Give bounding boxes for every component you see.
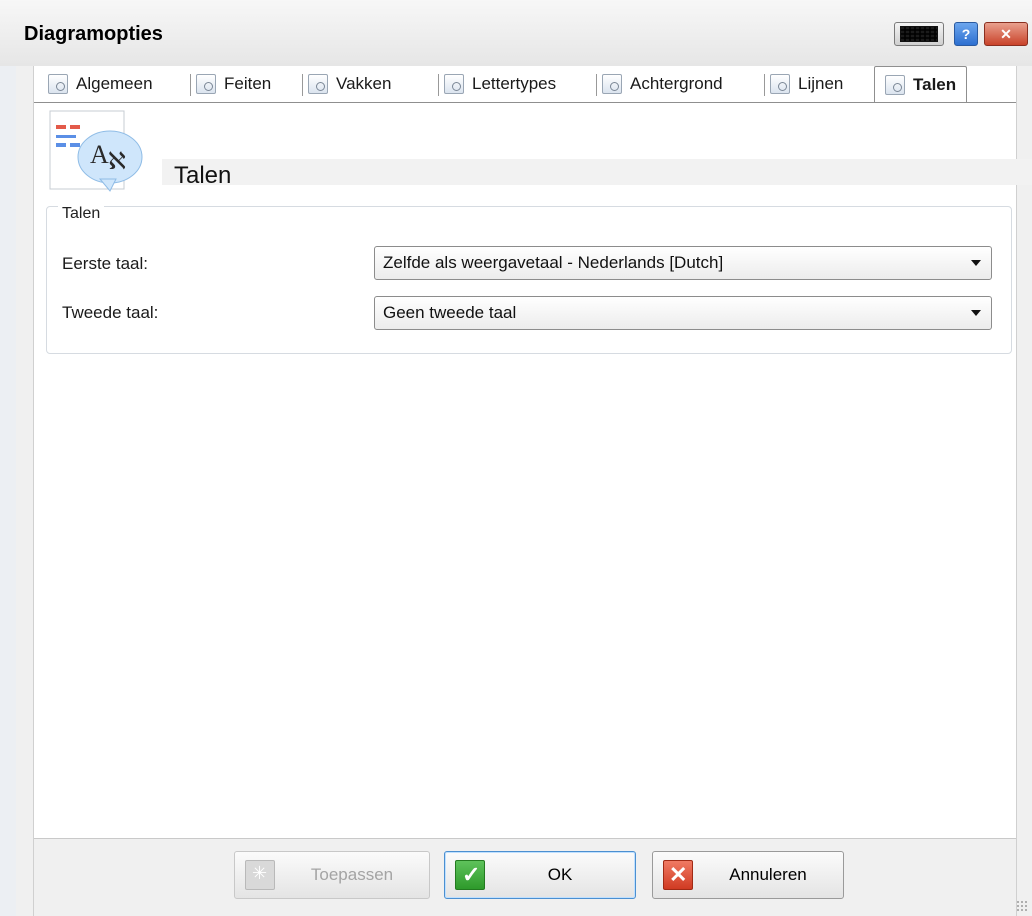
tab-label: Achtergrond xyxy=(630,74,723,93)
first-language-value: Zelfde als weergavetaal - Nederlands [Du… xyxy=(383,253,724,272)
tab-lettertypes[interactable]: Lettertypes xyxy=(437,66,557,102)
header-band xyxy=(162,159,1032,185)
ok-label: OK xyxy=(547,865,573,884)
dialog-window: Diagramopties ? ✕ Algemeen Feiten Vakken… xyxy=(0,0,1032,916)
apply-icon xyxy=(245,860,275,890)
tab-label: Lettertypes xyxy=(472,74,557,93)
close-button[interactable]: ✕ xyxy=(984,22,1028,46)
chevron-down-icon xyxy=(971,260,981,266)
tab-lijnen[interactable]: Lijnen xyxy=(763,66,844,102)
tab-label: Vakken xyxy=(336,74,392,93)
tab-label: Talen xyxy=(913,75,957,94)
languages-icon xyxy=(885,75,905,95)
tab-vakken[interactable]: Vakken xyxy=(301,66,392,102)
general-settings-icon xyxy=(48,74,68,94)
help-button[interactable]: ? xyxy=(954,22,978,46)
facts-icon xyxy=(196,74,216,94)
tab-algemeen[interactable]: Algemeen xyxy=(48,66,153,102)
lines-icon xyxy=(770,74,790,94)
tab-bar: Algemeen Feiten Vakken Lettertypes Achte… xyxy=(34,66,1016,103)
cancel-icon xyxy=(663,860,693,890)
page-title: Talen xyxy=(174,162,232,189)
cancel-button[interactable]: Annuleren xyxy=(652,851,844,899)
title-bar[interactable]: Diagramopties ? ✕ xyxy=(0,0,1032,66)
apply-label: Toepassen xyxy=(310,865,394,884)
ok-button[interactable]: OK xyxy=(444,851,636,899)
group-legend: Talen xyxy=(58,205,105,223)
tab-talen[interactable]: Talen xyxy=(874,66,968,103)
second-language-label: Tweede taal: xyxy=(62,303,159,322)
check-icon xyxy=(455,860,485,890)
tab-feiten[interactable]: Feiten xyxy=(189,66,272,102)
question-icon: ? xyxy=(961,26,971,42)
left-frame xyxy=(16,66,34,916)
second-language-select[interactable]: Geen tweede taal xyxy=(374,296,992,330)
boxes-icon xyxy=(308,74,328,94)
window-title: Diagramopties xyxy=(24,23,163,45)
svg-text:A: A xyxy=(90,140,109,169)
svg-text:ℵ: ℵ xyxy=(108,147,126,175)
chevron-down-icon xyxy=(971,310,981,316)
languages-header-icon: A ℵ xyxy=(49,110,143,192)
first-language-select[interactable]: Zelfde als weergavetaal - Nederlands [Du… xyxy=(374,246,992,280)
cancel-label: Annuleren xyxy=(729,865,807,884)
tab-label: Lijnen xyxy=(798,74,844,93)
languages-group xyxy=(46,206,1012,354)
keyboard-button[interactable] xyxy=(894,22,944,46)
tab-label: Algemeen xyxy=(76,74,153,93)
left-border xyxy=(0,66,16,916)
tab-achtergrond[interactable]: Achtergrond xyxy=(596,66,723,102)
apply-button[interactable]: Toepassen xyxy=(234,851,430,899)
right-frame xyxy=(1016,66,1032,916)
close-icon: ✕ xyxy=(1000,25,1012,42)
first-language-label: Eerste taal: xyxy=(62,254,148,273)
tab-label: Feiten xyxy=(224,74,272,93)
background-icon xyxy=(602,74,622,94)
second-language-value: Geen tweede taal xyxy=(383,303,517,322)
font-icon xyxy=(444,74,464,94)
resize-grip[interactable] xyxy=(1016,900,1028,912)
keyboard-icon xyxy=(900,26,938,42)
